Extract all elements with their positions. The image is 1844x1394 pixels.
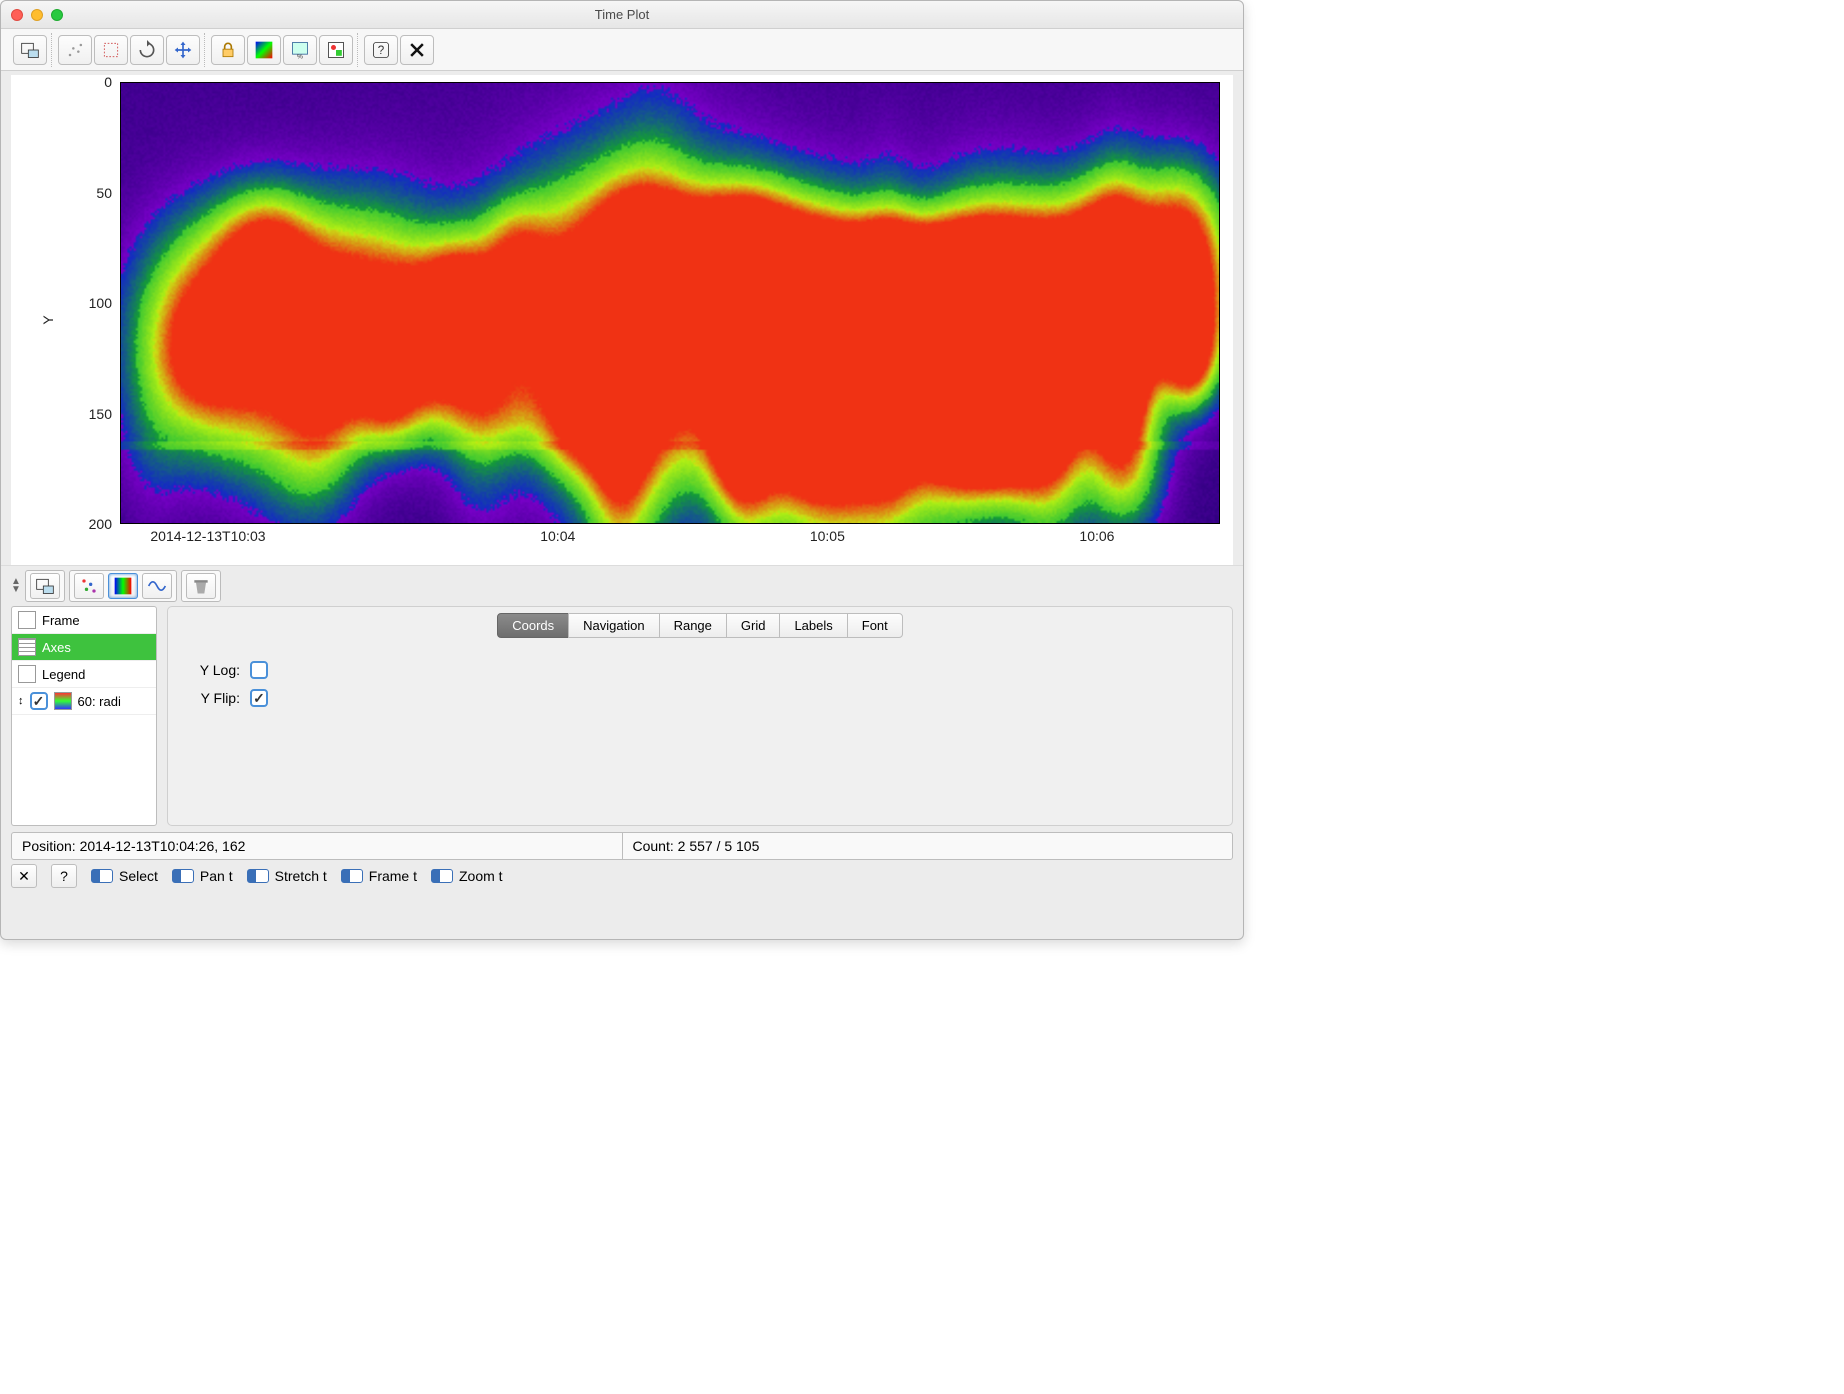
help-icon[interactable]: ?	[364, 35, 398, 65]
mode-icon	[247, 869, 269, 883]
svg-text:?: ?	[378, 44, 385, 57]
mode-label: Pan t	[200, 868, 233, 884]
scatter-mode-icon[interactable]	[58, 35, 92, 65]
mode-label: Zoom t	[459, 868, 503, 884]
yflip-label: Y Flip:	[186, 690, 240, 706]
config-body: Y Log: Y Flip:	[178, 648, 1222, 815]
x-tick: 10:05	[810, 528, 845, 550]
expand-arrows-icon[interactable]: ▲▼	[11, 578, 21, 594]
position-readout: Position: 2014-12-13T10:04:26, 162	[12, 833, 623, 859]
count-readout: Count: 2 557 / 5 105	[623, 833, 1233, 859]
config-icon[interactable]	[13, 35, 47, 65]
mode-icon	[172, 869, 194, 883]
function-layer-icon[interactable]	[142, 573, 172, 599]
mode-icon	[341, 869, 363, 883]
points-layer-icon[interactable]	[74, 573, 104, 599]
plot-area[interactable]: Y 0 50 100 150 200 2014-12-13T10:03 10:0…	[11, 75, 1233, 565]
spectrogram-heatmap[interactable]	[120, 82, 1220, 524]
tab-labels[interactable]: Labels	[779, 613, 847, 638]
layer-controls-strip: ▲▼	[1, 565, 1243, 606]
tab-coords[interactable]: Coords	[497, 613, 569, 638]
mode-icon	[431, 869, 453, 883]
export-icon[interactable]	[319, 35, 353, 65]
tab-navigation[interactable]: Navigation	[568, 613, 659, 638]
svg-text:%: %	[297, 53, 303, 60]
sidebar-item-frame[interactable]: Frame	[12, 607, 156, 634]
sidebar-item-layer-60[interactable]: ↕ 60: radi	[12, 688, 156, 715]
x-tick: 2014-12-13T10:03	[150, 528, 265, 550]
window-title: Time Plot	[1, 7, 1243, 22]
mode-label: Select	[119, 868, 158, 884]
close-plot-icon[interactable]	[400, 35, 434, 65]
mode-label: Frame t	[369, 868, 417, 884]
sidebar-item-label: Legend	[42, 667, 85, 682]
close-glyph: ✕	[18, 868, 30, 885]
y-axis-ticks: 0 50 100 150 200	[72, 82, 112, 524]
tab-range[interactable]: Range	[659, 613, 727, 638]
colormap-icon[interactable]	[247, 35, 281, 65]
x-tick: 10:04	[540, 528, 575, 550]
bottom-action-bar: ✕ ? Select Pan t Stretch t Frame t Zoom …	[1, 860, 1243, 894]
axes-icon	[18, 638, 36, 656]
axis-range-icon[interactable]: %	[283, 35, 317, 65]
ylog-checkbox[interactable]	[250, 661, 268, 679]
config-panel: Coords Navigation Range Grid Labels Font…	[167, 606, 1233, 826]
layer-sidebar: Frame Axes Legend ↕ 60: radi	[11, 606, 157, 826]
main-toolbar: % ?	[1, 29, 1243, 71]
ylog-label: Y Log:	[186, 662, 240, 678]
help-button[interactable]: ?	[51, 864, 77, 888]
mode-pan-t[interactable]: Pan t	[172, 868, 233, 884]
mode-select[interactable]: Select	[91, 868, 158, 884]
y-axis-label: Y	[40, 315, 56, 324]
yflip-checkbox[interactable]	[250, 689, 268, 707]
sidebar-item-label: Axes	[42, 640, 71, 655]
mode-stretch-t[interactable]: Stretch t	[247, 868, 327, 884]
titlebar: Time Plot	[1, 1, 1243, 29]
x-tick: 10:06	[1079, 528, 1114, 550]
sidebar-item-label: Frame	[42, 613, 80, 628]
mode-frame-t[interactable]: Frame t	[341, 868, 417, 884]
tab-font[interactable]: Font	[847, 613, 903, 638]
status-bar: Position: 2014-12-13T10:04:26, 162 Count…	[11, 832, 1233, 860]
layer-config-icon[interactable]	[30, 573, 60, 599]
density-layer-icon[interactable]	[108, 573, 138, 599]
heatmap-thumb-icon	[54, 692, 72, 710]
mode-label: Stretch t	[275, 868, 327, 884]
move-icon[interactable]	[166, 35, 200, 65]
sidebar-item-axes[interactable]: Axes	[12, 634, 156, 661]
tab-grid[interactable]: Grid	[726, 613, 781, 638]
mode-icon	[91, 869, 113, 883]
frame-icon	[18, 611, 36, 629]
select-region-icon[interactable]	[94, 35, 128, 65]
x-axis-ticks: 2014-12-13T10:03 10:04 10:05 10:06	[120, 528, 1220, 550]
layer-visible-checkbox[interactable]	[30, 692, 48, 710]
legend-icon	[18, 665, 36, 683]
replot-icon[interactable]	[130, 35, 164, 65]
dismiss-button[interactable]: ✕	[11, 864, 37, 888]
delete-layer-icon[interactable]	[186, 573, 216, 599]
mode-zoom-t[interactable]: Zoom t	[431, 868, 503, 884]
lock-icon[interactable]	[211, 35, 245, 65]
sidebar-item-label: 60: radi	[78, 694, 121, 709]
sidebar-item-legend[interactable]: Legend	[12, 661, 156, 688]
help-glyph: ?	[60, 868, 68, 884]
config-tabbar: Coords Navigation Range Grid Labels Font	[497, 613, 903, 638]
reorder-icon[interactable]: ↕	[18, 697, 24, 705]
app-window: Time Plot	[0, 0, 1244, 940]
config-row: Frame Axes Legend ↕ 60: radi Coords Navi…	[11, 606, 1233, 826]
